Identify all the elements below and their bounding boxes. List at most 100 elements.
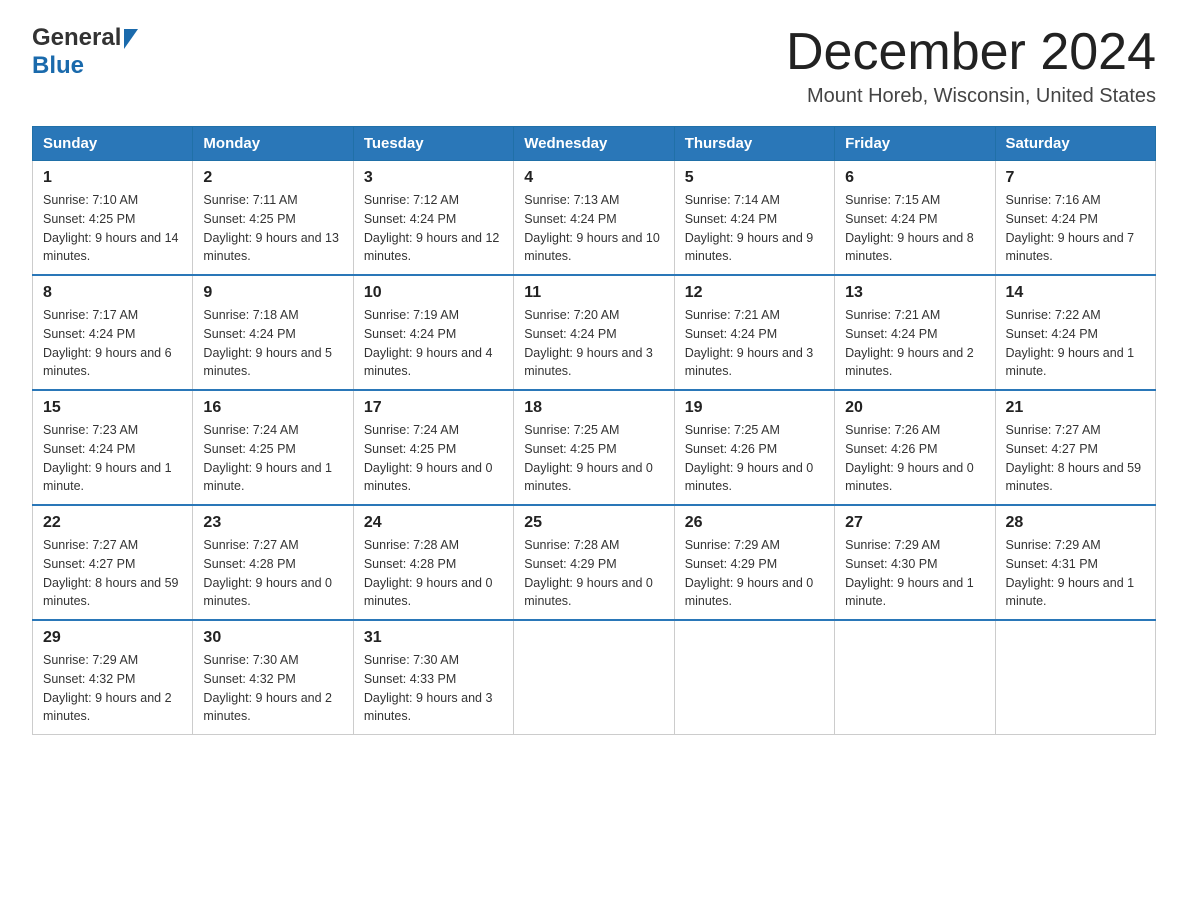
calendar-cell: 28 Sunrise: 7:29 AMSunset: 4:31 PMDaylig… [995,505,1155,620]
day-info: Sunrise: 7:29 AMSunset: 4:31 PMDaylight:… [1006,538,1135,608]
month-title: December 2024 [786,24,1156,81]
calendar-cell: 31 Sunrise: 7:30 AMSunset: 4:33 PMDaylig… [353,620,513,735]
weekday-header-tuesday: Tuesday [353,127,513,161]
calendar-cell: 29 Sunrise: 7:29 AMSunset: 4:32 PMDaylig… [33,620,193,735]
day-number: 28 [1006,514,1145,532]
weekday-header-friday: Friday [835,127,995,161]
day-info: Sunrise: 7:29 AMSunset: 4:32 PMDaylight:… [43,653,172,723]
calendar-cell: 13 Sunrise: 7:21 AMSunset: 4:24 PMDaylig… [835,275,995,390]
logo-general-text: General [32,24,121,52]
calendar-cell: 6 Sunrise: 7:15 AMSunset: 4:24 PMDayligh… [835,161,995,276]
calendar-cell: 3 Sunrise: 7:12 AMSunset: 4:24 PMDayligh… [353,161,513,276]
calendar-cell: 9 Sunrise: 7:18 AMSunset: 4:24 PMDayligh… [193,275,353,390]
day-info: Sunrise: 7:27 AMSunset: 4:27 PMDaylight:… [43,538,179,608]
calendar-cell: 7 Sunrise: 7:16 AMSunset: 4:24 PMDayligh… [995,161,1155,276]
calendar-table: SundayMondayTuesdayWednesdayThursdayFrid… [32,126,1156,735]
day-number: 18 [524,399,663,417]
day-info: Sunrise: 7:21 AMSunset: 4:24 PMDaylight:… [685,308,814,378]
calendar-cell: 18 Sunrise: 7:25 AMSunset: 4:25 PMDaylig… [514,390,674,505]
day-info: Sunrise: 7:24 AMSunset: 4:25 PMDaylight:… [203,423,332,493]
day-number: 7 [1006,169,1145,187]
day-info: Sunrise: 7:26 AMSunset: 4:26 PMDaylight:… [845,423,974,493]
day-info: Sunrise: 7:18 AMSunset: 4:24 PMDaylight:… [203,308,332,378]
calendar-cell [674,620,834,735]
day-number: 13 [845,284,984,302]
day-info: Sunrise: 7:29 AMSunset: 4:29 PMDaylight:… [685,538,814,608]
day-number: 14 [1006,284,1145,302]
day-info: Sunrise: 7:22 AMSunset: 4:24 PMDaylight:… [1006,308,1135,378]
day-number: 30 [203,629,342,647]
calendar-cell: 26 Sunrise: 7:29 AMSunset: 4:29 PMDaylig… [674,505,834,620]
day-number: 19 [685,399,824,417]
day-number: 17 [364,399,503,417]
calendar-cell: 17 Sunrise: 7:24 AMSunset: 4:25 PMDaylig… [353,390,513,505]
calendar-cell: 10 Sunrise: 7:19 AMSunset: 4:24 PMDaylig… [353,275,513,390]
calendar-cell: 20 Sunrise: 7:26 AMSunset: 4:26 PMDaylig… [835,390,995,505]
day-number: 22 [43,514,182,532]
calendar-cell: 19 Sunrise: 7:25 AMSunset: 4:26 PMDaylig… [674,390,834,505]
calendar-week-row: 22 Sunrise: 7:27 AMSunset: 4:27 PMDaylig… [33,505,1156,620]
day-number: 20 [845,399,984,417]
day-info: Sunrise: 7:28 AMSunset: 4:29 PMDaylight:… [524,538,653,608]
location-title: Mount Horeb, Wisconsin, United States [786,85,1156,108]
day-info: Sunrise: 7:17 AMSunset: 4:24 PMDaylight:… [43,308,172,378]
day-info: Sunrise: 7:27 AMSunset: 4:28 PMDaylight:… [203,538,332,608]
calendar-week-row: 29 Sunrise: 7:29 AMSunset: 4:32 PMDaylig… [33,620,1156,735]
calendar-cell: 12 Sunrise: 7:21 AMSunset: 4:24 PMDaylig… [674,275,834,390]
page-header: General Blue December 2024 Mount Horeb, … [32,24,1156,108]
day-number: 16 [203,399,342,417]
calendar-cell: 21 Sunrise: 7:27 AMSunset: 4:27 PMDaylig… [995,390,1155,505]
day-number: 25 [524,514,663,532]
day-number: 23 [203,514,342,532]
weekday-header-wednesday: Wednesday [514,127,674,161]
calendar-cell: 8 Sunrise: 7:17 AMSunset: 4:24 PMDayligh… [33,275,193,390]
calendar-cell [995,620,1155,735]
logo-triangle-icon [124,29,138,49]
calendar-cell: 2 Sunrise: 7:11 AMSunset: 4:25 PMDayligh… [193,161,353,276]
day-number: 3 [364,169,503,187]
day-info: Sunrise: 7:16 AMSunset: 4:24 PMDaylight:… [1006,193,1135,263]
calendar-cell: 5 Sunrise: 7:14 AMSunset: 4:24 PMDayligh… [674,161,834,276]
weekday-header-row: SundayMondayTuesdayWednesdayThursdayFrid… [33,127,1156,161]
day-info: Sunrise: 7:15 AMSunset: 4:24 PMDaylight:… [845,193,974,263]
calendar-cell [514,620,674,735]
logo: General Blue [32,24,138,80]
day-number: 24 [364,514,503,532]
day-number: 15 [43,399,182,417]
calendar-cell: 30 Sunrise: 7:30 AMSunset: 4:32 PMDaylig… [193,620,353,735]
weekday-header-monday: Monday [193,127,353,161]
day-info: Sunrise: 7:25 AMSunset: 4:25 PMDaylight:… [524,423,653,493]
day-number: 29 [43,629,182,647]
title-block: December 2024 Mount Horeb, Wisconsin, Un… [786,24,1156,108]
day-info: Sunrise: 7:30 AMSunset: 4:33 PMDaylight:… [364,653,493,723]
day-number: 8 [43,284,182,302]
day-info: Sunrise: 7:24 AMSunset: 4:25 PMDaylight:… [364,423,493,493]
day-info: Sunrise: 7:10 AMSunset: 4:25 PMDaylight:… [43,193,179,263]
weekday-header-thursday: Thursday [674,127,834,161]
day-info: Sunrise: 7:19 AMSunset: 4:24 PMDaylight:… [364,308,493,378]
day-number: 27 [845,514,984,532]
calendar-body: 1 Sunrise: 7:10 AMSunset: 4:25 PMDayligh… [33,161,1156,735]
day-info: Sunrise: 7:29 AMSunset: 4:30 PMDaylight:… [845,538,974,608]
day-info: Sunrise: 7:12 AMSunset: 4:24 PMDaylight:… [364,193,500,263]
calendar-week-row: 8 Sunrise: 7:17 AMSunset: 4:24 PMDayligh… [33,275,1156,390]
calendar-header: SundayMondayTuesdayWednesdayThursdayFrid… [33,127,1156,161]
day-info: Sunrise: 7:28 AMSunset: 4:28 PMDaylight:… [364,538,493,608]
calendar-cell: 16 Sunrise: 7:24 AMSunset: 4:25 PMDaylig… [193,390,353,505]
day-info: Sunrise: 7:30 AMSunset: 4:32 PMDaylight:… [203,653,332,723]
calendar-week-row: 15 Sunrise: 7:23 AMSunset: 4:24 PMDaylig… [33,390,1156,505]
day-info: Sunrise: 7:21 AMSunset: 4:24 PMDaylight:… [845,308,974,378]
calendar-cell: 22 Sunrise: 7:27 AMSunset: 4:27 PMDaylig… [33,505,193,620]
calendar-cell: 25 Sunrise: 7:28 AMSunset: 4:29 PMDaylig… [514,505,674,620]
calendar-cell: 15 Sunrise: 7:23 AMSunset: 4:24 PMDaylig… [33,390,193,505]
calendar-cell: 24 Sunrise: 7:28 AMSunset: 4:28 PMDaylig… [353,505,513,620]
day-info: Sunrise: 7:23 AMSunset: 4:24 PMDaylight:… [43,423,172,493]
calendar-cell [835,620,995,735]
calendar-week-row: 1 Sunrise: 7:10 AMSunset: 4:25 PMDayligh… [33,161,1156,276]
calendar-cell: 14 Sunrise: 7:22 AMSunset: 4:24 PMDaylig… [995,275,1155,390]
day-info: Sunrise: 7:11 AMSunset: 4:25 PMDaylight:… [203,193,339,263]
calendar-cell: 4 Sunrise: 7:13 AMSunset: 4:24 PMDayligh… [514,161,674,276]
calendar-cell: 23 Sunrise: 7:27 AMSunset: 4:28 PMDaylig… [193,505,353,620]
day-number: 21 [1006,399,1145,417]
day-number: 10 [364,284,503,302]
